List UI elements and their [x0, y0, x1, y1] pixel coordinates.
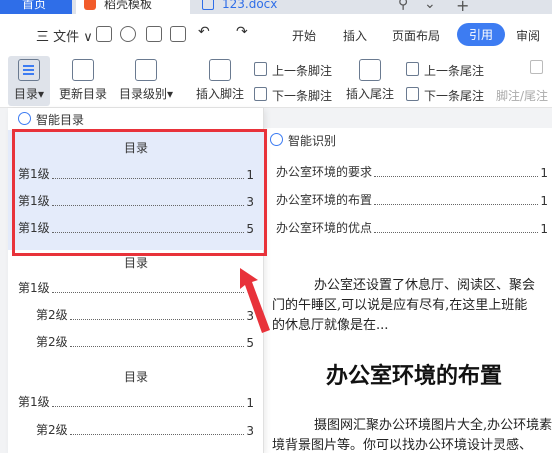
- paragraph-line: 境背景图片等。你可以找办公环境设计灵感、: [272, 438, 533, 453]
- prev-footnote-icon: [254, 62, 267, 76]
- toc-template-title: 目录: [123, 370, 148, 384]
- toc-template-title: 目录: [123, 256, 148, 270]
- toc-level-label: 目录级别▾: [118, 87, 174, 101]
- save-icon[interactable]: [96, 26, 112, 42]
- footnote-icon: [209, 59, 231, 81]
- toc-line: 第1级1: [18, 395, 254, 410]
- print-icon[interactable]: [146, 26, 162, 42]
- update-toc-label: 更新目录: [58, 87, 107, 101]
- insert-footnote-button[interactable]: 插入脚注: [194, 59, 246, 102]
- paragraph-line: 门的午睡区,可以说是应有尽有,在这里上班能: [272, 298, 528, 313]
- tab-template-label: 稻壳模板: [104, 0, 153, 11]
- undo-icon[interactable]: ↶: [198, 24, 210, 40]
- smart-toc-line[interactable]: 办公室环境的要求 1: [276, 164, 548, 180]
- prev-footnote-label: 上一条脚注: [272, 64, 333, 78]
- endnote-icon: [359, 59, 381, 81]
- next-footnote-label: 下一条脚注: [272, 89, 333, 103]
- toc-level-button[interactable]: 目录级别▾: [116, 59, 176, 102]
- toc-icon: [18, 59, 40, 81]
- preview-icon[interactable]: [170, 26, 186, 42]
- redo-icon[interactable]: ↷: [236, 24, 248, 40]
- paragraph-line: 摄图网汇聚办公环境图片大全,办公环境素: [314, 418, 552, 433]
- insert-endnote-button[interactable]: 插入尾注: [344, 59, 396, 102]
- next-endnote-icon: [406, 87, 419, 101]
- document-icon: [202, 0, 214, 10]
- menu-insert[interactable]: 插入: [343, 27, 367, 44]
- smart-recognition-panel: 智能识别 办公室环境的要求 1 办公室环境的布置 1 办公室环境的优点 1: [264, 128, 552, 246]
- arrow-icon: [240, 268, 270, 333]
- template-icon: [84, 0, 96, 10]
- toc-template-2[interactable]: 目录 第1级1 第2级3 第2级5: [8, 250, 264, 358]
- paragraph-line: 的休息厅就像是在...: [272, 318, 389, 333]
- ribbon: 目录▾ 更新目录 目录级别▾ 插入脚注 上一条脚注 下一条脚注 插入尾注 上一条…: [0, 52, 552, 108]
- update-toc-button[interactable]: 更新目录: [56, 59, 110, 102]
- highlight-frame: [12, 129, 267, 256]
- toc-line: 第1级1: [18, 280, 254, 296]
- smart-recognition-title: 智能识别: [288, 134, 337, 148]
- smart-icon: [270, 133, 283, 146]
- next-footnote-button[interactable]: 下一条脚注: [254, 87, 332, 104]
- menu-references[interactable]: 引用: [457, 23, 506, 46]
- refresh-icon: [72, 59, 94, 81]
- menu-page-layout[interactable]: 页面布局: [392, 27, 440, 44]
- next-endnote-button[interactable]: 下一条尾注: [406, 87, 484, 104]
- menu-start[interactable]: 开始: [292, 27, 316, 44]
- toc-line: 第2级 5: [36, 335, 254, 350]
- tab-document[interactable]: 123.docx: [196, 0, 336, 14]
- new-tab-icon[interactable]: +: [456, 0, 469, 14]
- chevron-down-icon[interactable]: ⌄: [424, 0, 436, 12]
- footnote-endnote-label: 脚注/尾注: [496, 89, 549, 103]
- next-endnote-label: 下一条尾注: [424, 89, 485, 103]
- footnote-endnote-icon[interactable]: [530, 60, 543, 77]
- prev-endnote-label: 上一条尾注: [424, 64, 485, 78]
- toc-template-3[interactable]: 目录 第1级 1 第2级 3: [8, 362, 264, 453]
- tab-document-label: 123.docx: [222, 0, 278, 11]
- smart-toc-line[interactable]: 办公室环境的布置 1: [276, 192, 548, 208]
- smart-toc-line[interactable]: 办公室环境的优点 1: [276, 220, 548, 236]
- toc-line: 第2级 3: [36, 308, 254, 323]
- paragraph-line: 办公室还设置了休息厅、阅读区、聚会: [314, 278, 536, 293]
- smart-icon: [18, 112, 31, 125]
- toc-button[interactable]: 目录▾: [8, 56, 50, 106]
- next-footnote-icon: [254, 87, 267, 101]
- file-menu[interactable]: 三 文件 ∨: [36, 26, 93, 45]
- document-page[interactable]: 办公室还设置了休息厅、阅读区、聚会 门的午睡区,可以说是应有尽有,在这里上班能 …: [264, 246, 552, 453]
- menu-bar: 三 文件 ∨ ↶ ↷ 开始 插入 页面布局 引用 审阅: [0, 18, 552, 52]
- insert-footnote-label: 插入脚注: [195, 87, 244, 101]
- smart-recognition-header[interactable]: 智能识别: [270, 132, 336, 149]
- pin-icon[interactable]: ⚲: [398, 0, 408, 12]
- export-icon[interactable]: [120, 26, 136, 42]
- toc-level-icon: [135, 59, 157, 81]
- prev-endnote-icon: [406, 62, 419, 76]
- prev-endnote-button[interactable]: 上一条尾注: [406, 62, 484, 79]
- smart-toc-label: 智能目录: [36, 113, 85, 127]
- document-heading: 办公室环境的布置: [326, 363, 503, 389]
- tab-bar: 首页 稻壳模板 123.docx ⚲ ⌄ +: [0, 0, 552, 14]
- toc-button-label: 目录▾: [13, 87, 45, 101]
- footnote-endnote-button[interactable]: 脚注/尾注: [496, 87, 548, 104]
- tab-home-label: 首页: [22, 0, 47, 11]
- smart-toc-header[interactable]: 智能目录: [18, 111, 84, 128]
- tab-home[interactable]: 首页: [0, 0, 72, 14]
- toc-line: 第2级 3: [36, 423, 254, 438]
- menu-review[interactable]: 审阅: [516, 27, 540, 44]
- prev-footnote-button[interactable]: 上一条脚注: [254, 62, 332, 79]
- insert-endnote-label: 插入尾注: [345, 87, 394, 101]
- tab-template[interactable]: 稻壳模板: [76, 0, 190, 14]
